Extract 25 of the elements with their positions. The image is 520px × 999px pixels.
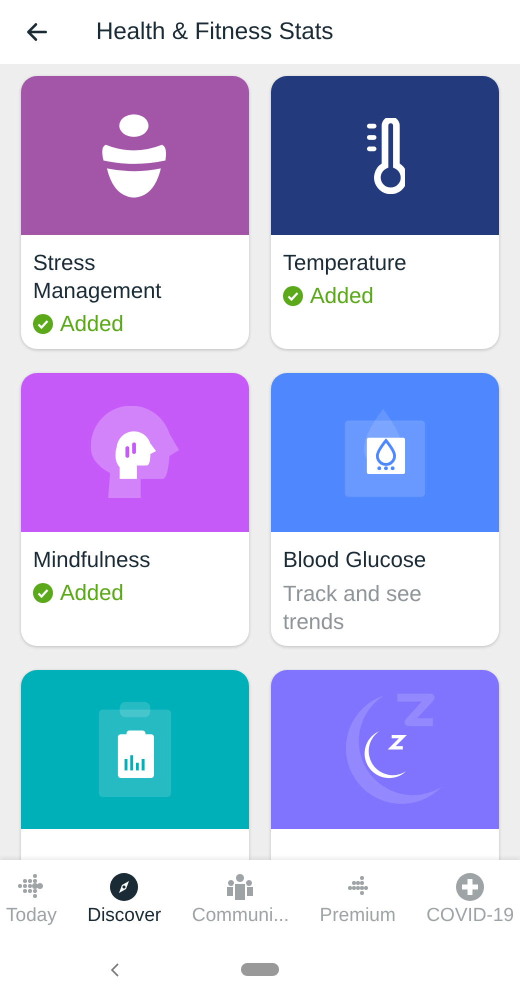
clipboard-icon [97,700,173,799]
card-title: Temperature [283,249,408,277]
feature-card[interactable]: Mindfulness Added [21,373,249,646]
nav-tab[interactable]: Discover [87,860,162,940]
added-label: Added [60,311,124,337]
people-icon [225,872,256,902]
card-title: Mindfulness [33,546,152,574]
feature-card[interactable] [21,670,249,860]
card-description: Track and see trends [283,580,423,636]
home-handle[interactable] [241,963,279,976]
page-title: Health & Fitness Stats [96,18,334,46]
feature-card[interactable] [271,670,499,860]
feature-card[interactable]: Blood Glucose Track and see trends [271,373,499,646]
added-label: Added [60,580,124,606]
card-title: Blood Glucose [283,546,428,574]
feature-card[interactable]: Stress Management Added [21,76,249,349]
thermometer-icon [365,118,405,194]
compass-icon [109,872,140,902]
head-icon [89,406,181,500]
card-title: Stress Management [33,249,162,305]
back-icon[interactable] [110,962,120,978]
blood-drop-icon [343,406,427,498]
plus-icon [455,872,486,902]
added-label: Added [310,283,374,309]
feature-card[interactable]: Temperature Added [271,76,499,349]
